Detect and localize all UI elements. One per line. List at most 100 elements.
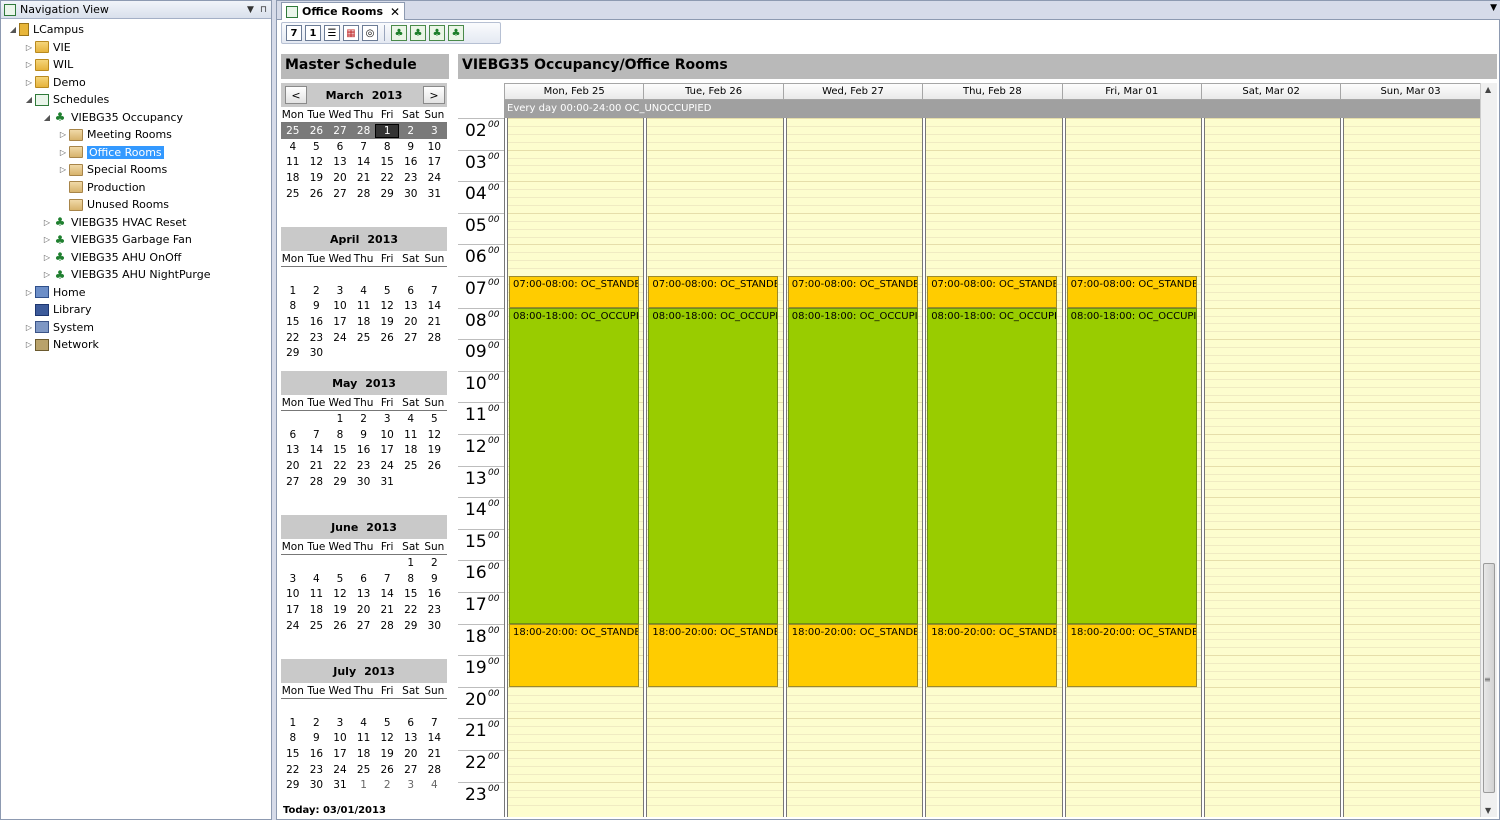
tree-item[interactable]: ▷ Office Rooms xyxy=(57,144,164,161)
expand-toggle-icon[interactable]: ◢ xyxy=(23,95,35,104)
week-row[interactable]: 24 25 26 27 28 29 30 xyxy=(281,618,447,634)
schedule-block-occupied[interactable]: 08:00-18:00: OC_OCCUPIED xyxy=(1066,307,1197,624)
calendar-day[interactable]: 16 xyxy=(305,748,329,760)
week-row[interactable]: 17 18 19 20 21 22 23 xyxy=(281,602,447,618)
calendar-day[interactable]: 31 xyxy=(375,476,399,488)
scroll-down-icon[interactable]: ▼ xyxy=(1485,806,1491,815)
tree-item[interactable]: ▷ ♣ VIEBG35 HVAC Reset xyxy=(41,214,187,231)
calendar-day[interactable]: 19 xyxy=(328,604,352,616)
day-header[interactable]: Sat, Mar 02 xyxy=(1200,83,1341,100)
calendar-day[interactable]: 11 xyxy=(399,429,423,441)
add-schedule-icon[interactable]: ♣ xyxy=(391,25,407,41)
calendar-day[interactable]: 22 xyxy=(281,764,305,776)
calendar-day[interactable]: 29 xyxy=(375,188,399,200)
calendar-day[interactable]: 3 xyxy=(281,573,305,585)
calendar-day[interactable]: 10 xyxy=(375,429,399,441)
calendar-day[interactable]: 19 xyxy=(375,316,399,328)
calendar-day[interactable]: 7 xyxy=(375,573,399,585)
week-row[interactable]: 1234567 xyxy=(281,715,447,731)
calendar-day[interactable]: 7 xyxy=(305,429,329,441)
expand-toggle-icon[interactable]: ▷ xyxy=(23,78,35,87)
tree-item[interactable]: Unused Rooms xyxy=(57,196,169,213)
week-row[interactable]: 3456789 xyxy=(281,571,447,587)
calendar-day[interactable]: 11 xyxy=(352,300,376,312)
vertical-scrollbar[interactable]: ▲ ≡ ▼ xyxy=(1480,83,1497,817)
expand-toggle-icon[interactable]: ▷ xyxy=(23,340,35,349)
calendar-day[interactable]: 25 xyxy=(281,188,305,200)
expand-toggle-icon[interactable]: ▷ xyxy=(23,60,35,69)
calendar-day[interactable]: 21 xyxy=(423,748,447,760)
calendar-day[interactable]: 12 xyxy=(375,300,399,312)
today-label[interactable]: Today: 03/01/2013 xyxy=(283,805,386,816)
schedule-block-standby[interactable]: 18:00-20:00: OC_STANDBY xyxy=(509,623,639,687)
calendar-day[interactable]: 24 xyxy=(328,764,352,776)
calendar-day[interactable]: 8 xyxy=(328,429,352,441)
close-icon[interactable]: ✕ xyxy=(390,5,400,19)
schedule-block-standby[interactable]: 18:00-20:00: OC_STANDBY xyxy=(648,623,779,687)
schedule-block-occupied[interactable]: 08:00-18:00: OC_OCCUPIED xyxy=(787,307,918,624)
day-header[interactable]: Mon, Feb 25 xyxy=(504,83,644,100)
calendar-day[interactable]: 1 xyxy=(399,557,423,569)
schedule-block-occupied[interactable]: 08:00-18:00: OC_OCCUPIED xyxy=(648,307,779,624)
calendar-day[interactable]: 23 xyxy=(399,172,423,184)
calendar-day[interactable]: 20 xyxy=(399,748,423,760)
calendar-day[interactable]: 17 xyxy=(375,444,399,456)
calendar-day[interactable]: 22 xyxy=(328,460,352,472)
calendar-day[interactable]: 17 xyxy=(281,604,305,616)
calendar-day[interactable]: 23 xyxy=(352,460,376,472)
calendar-day[interactable]: 6 xyxy=(399,717,423,729)
time-icon[interactable]: ◎ xyxy=(362,25,378,41)
day-header[interactable]: Thu, Feb 28 xyxy=(922,83,1062,100)
calendar-day[interactable]: 26 xyxy=(375,332,399,344)
tree-item[interactable]: ▷ Meeting Rooms xyxy=(57,126,172,143)
expand-toggle-icon[interactable]: ▷ xyxy=(23,288,35,297)
calendar-day[interactable]: 3 xyxy=(328,285,352,297)
scroll-up-icon[interactable]: ▲ xyxy=(1485,85,1491,94)
calendar-day[interactable]: 23 xyxy=(423,604,447,616)
calendar-day[interactable]: 8 xyxy=(281,300,305,312)
calendar-day[interactable]: 2 xyxy=(305,717,329,729)
week-row[interactable]: 22 23 24 25 26 27 28 xyxy=(281,330,447,346)
calendar-day[interactable]: 17 xyxy=(423,156,447,168)
previous-month-button[interactable]: < xyxy=(285,86,307,104)
tree-item[interactable]: ▷ Demo xyxy=(23,74,86,91)
calendar-day[interactable]: 31 xyxy=(423,188,447,200)
week-row[interactable]: 4 5 6 7 8 9 10 xyxy=(281,139,447,155)
tree-item[interactable]: ▷ ♣ VIEBG35 AHU OnOff xyxy=(41,249,181,266)
calendar-day[interactable]: 27 xyxy=(399,764,423,776)
calendar-day[interactable]: 9 xyxy=(305,300,329,312)
calendar-day[interactable]: 29 xyxy=(328,476,352,488)
schedule-block-standby[interactable]: 18:00-20:00: OC_STANDBY xyxy=(1066,623,1197,687)
month-view-icon[interactable]: ▦ xyxy=(343,25,359,41)
expand-toggle-icon[interactable]: ▷ xyxy=(23,323,35,332)
calendar-day[interactable]: 22 xyxy=(281,332,305,344)
expand-toggle-icon[interactable]: ▷ xyxy=(41,218,53,227)
calendar-day[interactable]: 22 xyxy=(399,604,423,616)
week-row[interactable]: 8 9 10 11 12 13 14 xyxy=(281,298,447,314)
calendar-day[interactable]: 26 xyxy=(305,125,329,137)
calendar-day[interactable]: 24 xyxy=(423,172,447,184)
calendar-day[interactable]: 10 xyxy=(328,300,352,312)
week-row[interactable] xyxy=(281,267,447,283)
calendar-day[interactable]: 25 xyxy=(399,460,423,472)
calendar-day[interactable]: 4 xyxy=(352,717,376,729)
calendar-day[interactable]: 11 xyxy=(352,732,376,744)
calendar-day[interactable]: 15 xyxy=(375,156,399,168)
calendar-day[interactable]: 12 xyxy=(328,588,352,600)
calendar-day[interactable]: 19 xyxy=(305,172,329,184)
week-row[interactable]: 15 16 17 18 19 20 21 xyxy=(281,746,447,762)
calendar-day[interactable]: 19 xyxy=(423,444,447,456)
calendar-day[interactable]: 4 xyxy=(423,779,447,791)
calendar-day[interactable]: 31 xyxy=(328,779,352,791)
calendar-day[interactable]: 28 xyxy=(423,764,447,776)
calendar-day[interactable]: 21 xyxy=(305,460,329,472)
calendar-day[interactable]: 15 xyxy=(281,316,305,328)
calendar-day[interactable]: 12 xyxy=(423,429,447,441)
expand-toggle-icon[interactable]: ▷ xyxy=(57,130,69,139)
calendar-day[interactable]: 18 xyxy=(352,316,376,328)
calendar-day[interactable]: 8 xyxy=(399,573,423,585)
calendar-day[interactable]: 8 xyxy=(375,141,399,153)
calendar-day[interactable]: 19 xyxy=(375,748,399,760)
expand-toggle-icon[interactable]: ◢ xyxy=(41,113,53,122)
schedule-block-standby[interactable]: 07:00-08:00: OC_STANDBY xyxy=(1066,276,1197,308)
